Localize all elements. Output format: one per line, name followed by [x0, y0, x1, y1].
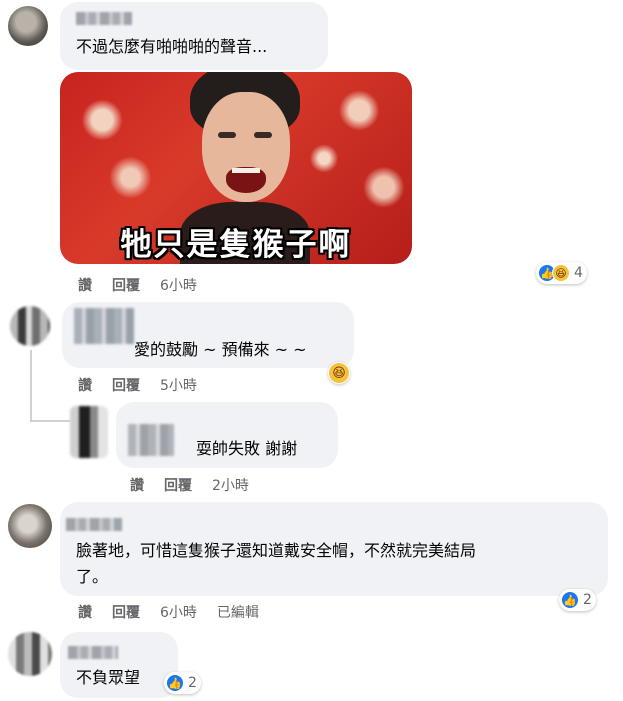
like-action[interactable]: 讚 — [78, 378, 92, 394]
reaction-summary[interactable]: 👍 2 — [164, 672, 201, 694]
thumbs-up-icon: 👍 — [561, 591, 579, 609]
reaction-count: 2 — [188, 675, 197, 691]
image-caption: 牠只是隻猴子啊 — [120, 227, 352, 263]
reply-action[interactable]: 回覆 — [112, 378, 140, 394]
comment-meta: 讚 回覆 2小時 — [130, 475, 269, 495]
reply-action[interactable]: 回覆 — [112, 278, 140, 294]
commenter-name[interactable] — [128, 424, 174, 456]
reply-thread-line — [30, 420, 70, 422]
comment-meta: 讚 回覆 6小時 已編輯 — [78, 602, 279, 622]
comment-image[interactable]: 牠只是隻猴子啊 — [60, 72, 412, 264]
avatar[interactable] — [8, 6, 48, 46]
avatar[interactable] — [8, 504, 52, 548]
thumbs-up-icon: 👍 — [166, 674, 184, 692]
avatar[interactable] — [8, 632, 52, 676]
timestamp[interactable]: 6小時 — [160, 278, 197, 294]
comment-text: 不負眾望 — [76, 668, 141, 687]
comment-meta: 讚 回覆 5小時 — [78, 375, 217, 395]
reply-thread-line — [30, 350, 32, 420]
comment-text: 不過怎麼有啪啪啪的聲音... — [76, 37, 268, 56]
reaction-count: 4 — [574, 265, 583, 281]
comment-text-line-1: 臉著地，可惜這隻猴子還知道戴安全帽，不然就完美結局 — [76, 541, 477, 560]
like-action[interactable]: 讚 — [130, 478, 144, 494]
comment-text: 愛的鼓勵 ~ 預備來 ~ ~ — [134, 340, 307, 359]
comment-text-line-2: 了。 — [76, 567, 109, 586]
reaction-summary[interactable]: 👍 2 — [559, 589, 596, 611]
reply-action[interactable]: 回覆 — [164, 478, 192, 494]
laughing-face-icon: 😆 — [552, 264, 570, 282]
timestamp[interactable]: 2小時 — [212, 478, 249, 494]
avatar[interactable] — [70, 406, 108, 458]
comment-meta: 讚 回覆 6小時 — [78, 275, 217, 295]
commenter-name[interactable] — [68, 646, 118, 659]
commenter-name[interactable] — [76, 12, 132, 25]
reaction-summary[interactable]: 👍 😆 4 — [536, 262, 587, 284]
like-action[interactable]: 讚 — [78, 278, 92, 294]
edited-label[interactable]: 已編輯 — [217, 605, 259, 621]
commenter-name[interactable] — [74, 308, 134, 344]
commenter-name[interactable] — [66, 518, 122, 531]
reaction-count: 2 — [583, 592, 592, 608]
timestamp[interactable]: 5小時 — [160, 378, 197, 394]
comment-text: 耍帥失敗 謝謝 — [196, 439, 298, 458]
avatar[interactable] — [10, 306, 50, 346]
laughing-face-icon[interactable]: 😆 — [328, 362, 350, 384]
like-action[interactable]: 讚 — [78, 605, 92, 621]
reply-action[interactable]: 回覆 — [112, 605, 140, 621]
timestamp[interactable]: 6小時 — [160, 605, 197, 621]
